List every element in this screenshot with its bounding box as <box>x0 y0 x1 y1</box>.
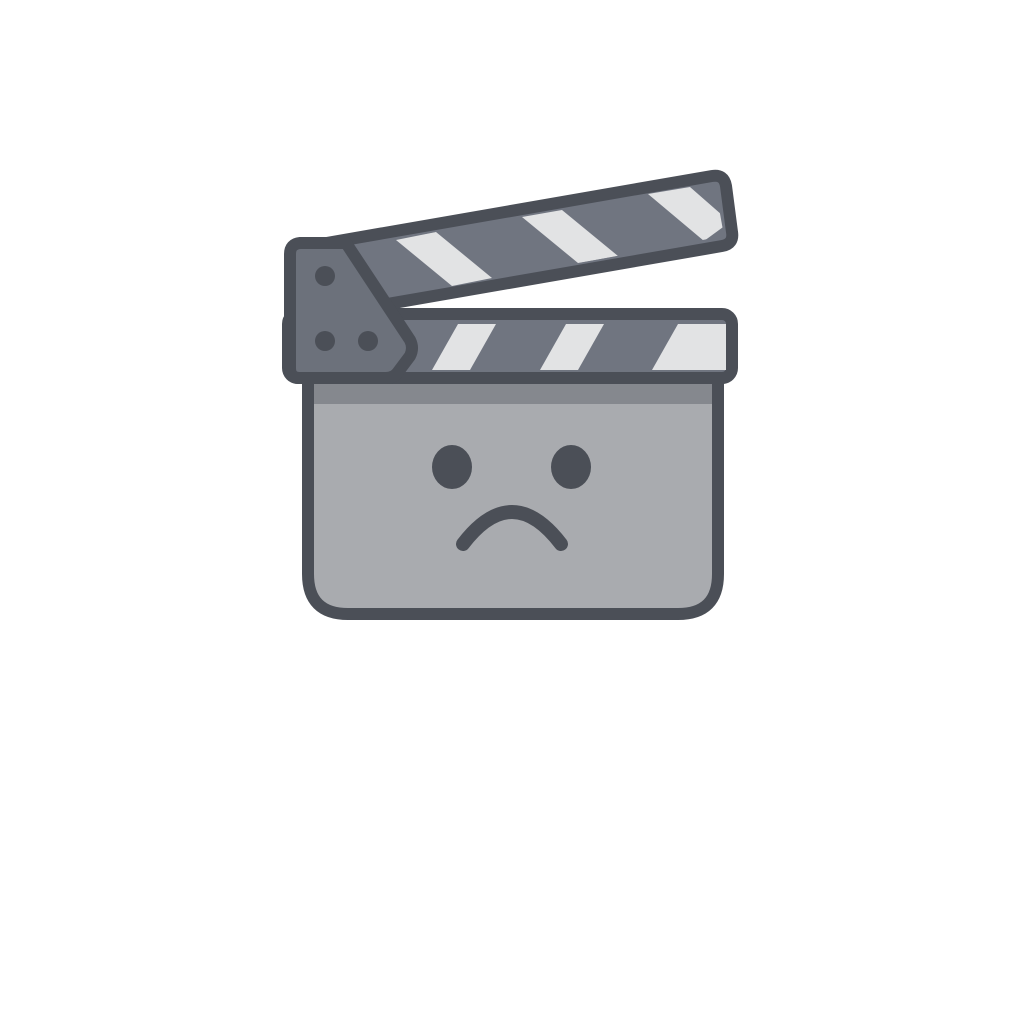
clapperboard-body <box>302 370 724 620</box>
hinge-rivet <box>358 331 378 351</box>
right-eye <box>551 445 591 489</box>
empty-state <box>0 0 1024 1024</box>
sad-clapperboard-icon <box>282 169 739 620</box>
hinge-rivet <box>315 266 335 286</box>
body-top-band <box>314 382 712 404</box>
hinge-rivet <box>315 331 335 351</box>
left-eye <box>432 445 472 489</box>
